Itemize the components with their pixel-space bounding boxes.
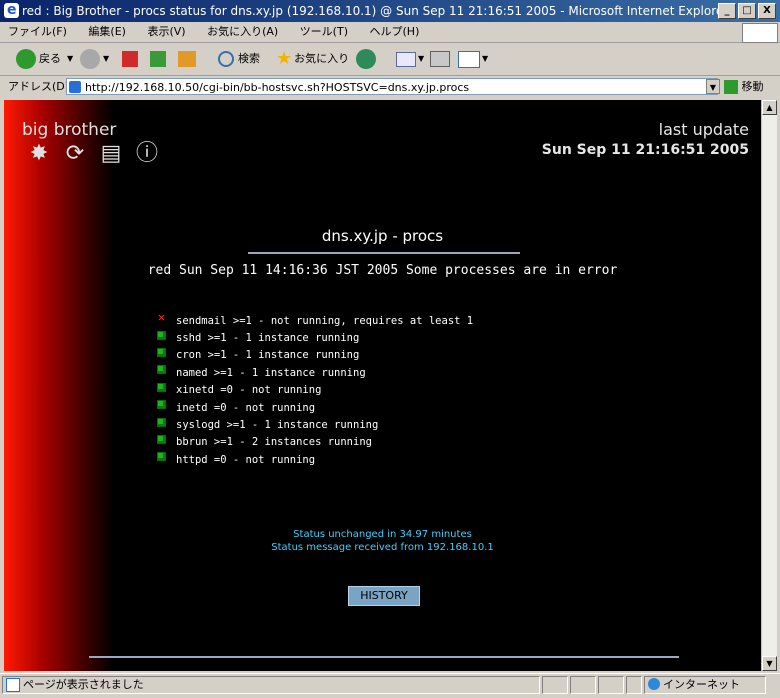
print-icon — [430, 51, 450, 67]
divider — [248, 252, 520, 254]
zone-cell: インターネット — [644, 676, 766, 694]
address-label: アドレス(D) — [8, 80, 70, 93]
status-unchanged-text: Status unchanged in 34.97 minutes — [293, 529, 472, 540]
scroll-down-icon[interactable]: ▼ — [762, 656, 777, 671]
stop-icon — [122, 51, 138, 67]
home-icon — [178, 51, 196, 67]
green-status-icon — [157, 347, 166, 357]
status-received-text: Status message received from 192.168.10.… — [271, 542, 494, 553]
green-status-icon — [157, 365, 166, 375]
list-item: syslogd >=1 - 1 instance running — [157, 416, 473, 433]
menu-help[interactable]: ヘルプ(H) — [370, 25, 420, 38]
minimize-button[interactable]: _ — [718, 3, 736, 19]
globe-icon — [648, 678, 660, 690]
brand-title: big brother — [22, 120, 117, 140]
mail-button[interactable]: ▼ — [396, 48, 424, 70]
refresh-icon[interactable]: ⟳ — [62, 142, 88, 166]
list-item: bbrun >=1 - 2 instances running — [157, 434, 473, 451]
menu-view[interactable]: 表示(V) — [147, 25, 185, 38]
page-viewport: big brother ✸ ⟳ ▤ ⓘ last update Sun Sep … — [4, 100, 761, 671]
list-item: named >=1 - 1 instance running — [157, 364, 473, 381]
green-status-icon — [157, 452, 166, 462]
favorites-button[interactable]: ★ お気に入り — [276, 48, 349, 70]
forward-button[interactable]: ▼ — [80, 48, 109, 70]
go-button[interactable]: 移動 — [724, 76, 764, 98]
status-line: red Sun Sep 11 14:16:36 JST 2005 Some pr… — [147, 263, 618, 278]
home-button[interactable] — [178, 48, 196, 70]
edit-button[interactable]: ▼ — [458, 48, 488, 70]
menu-tools[interactable]: ツール(T) — [300, 25, 348, 38]
window-title: red : Big Brother - procs status for dns… — [22, 4, 729, 18]
menu-file[interactable]: ファイル(F) — [8, 25, 67, 38]
search-button[interactable]: 検索 — [218, 48, 260, 70]
last-update-date: Sun Sep 11 21:16:51 2005 — [541, 142, 749, 158]
host-title: dns.xy.jp - procs — [321, 227, 444, 245]
status-bar: ページが表示されました インターネット — [0, 673, 780, 695]
ie-icon — [4, 0, 19, 21]
menu-edit[interactable]: 編集(E) — [88, 25, 126, 38]
red-status-gradient — [4, 100, 114, 671]
red-x-icon: ✕ — [157, 310, 166, 325]
info-icon[interactable]: ⓘ — [134, 142, 160, 166]
status-message-cell: ページが表示されました — [2, 676, 540, 694]
refresh-button[interactable] — [150, 48, 166, 70]
green-status-icon — [157, 382, 166, 392]
close-button[interactable]: X — [758, 3, 776, 19]
bb-logo-icon[interactable]: ✸ — [26, 142, 52, 166]
search-icon — [218, 51, 234, 67]
toolbar: 戻る ▼ ▼ 検索 ★ お気に入り ▼ ▼ — [0, 43, 780, 76]
maximize-button[interactable]: □ — [738, 3, 756, 19]
scroll-up-icon[interactable]: ▲ — [762, 100, 777, 115]
history-toolbar-button[interactable] — [356, 48, 379, 70]
process-list: ✕ sendmail >=1 - not running, requires at… — [157, 310, 474, 469]
menu-favorites[interactable]: お気に入り(A) — [207, 25, 278, 38]
green-status-icon — [157, 330, 166, 340]
forward-arrow-icon — [80, 49, 100, 69]
address-dropdown-button[interactable]: ▼ — [706, 79, 720, 94]
list-item: xinetd =0 - not running — [157, 382, 473, 399]
vertical-scrollbar[interactable]: ▲ ▼ — [761, 100, 777, 671]
menu-bar: ファイル(F) 編集(E) 表示(V) お気に入り(A) ツール(T) ヘルプ(… — [0, 22, 780, 43]
list-item: httpd =0 - not running — [157, 451, 473, 468]
history-icon — [356, 49, 376, 69]
back-button[interactable]: 戻る ▼ — [16, 48, 73, 70]
window-titlebar: red : Big Brother - procs status for dns… — [0, 0, 780, 22]
page-done-icon — [6, 678, 20, 692]
address-input[interactable]: http://192.168.10.50/cgi-bin/bb-hostsvc.… — [66, 78, 718, 95]
list-item: inetd =0 - not running — [157, 399, 473, 416]
green-status-icon — [157, 417, 166, 427]
last-update-label: last update — [658, 120, 749, 139]
go-arrow-icon — [724, 80, 738, 94]
list-item: sshd >=1 - 1 instance running — [157, 329, 473, 346]
star-icon: ★ — [276, 48, 293, 69]
print-button[interactable] — [430, 48, 450, 70]
back-arrow-icon — [16, 49, 36, 69]
divider — [89, 656, 679, 658]
address-bar: アドレス(D) http://192.168.10.50/cgi-bin/bb-… — [0, 76, 780, 98]
green-status-icon — [157, 434, 166, 444]
green-status-icon — [157, 400, 166, 410]
windows-logo-icon — [742, 23, 778, 43]
list-item: ✕ sendmail >=1 - not running, requires at… — [157, 310, 474, 327]
history-list-icon[interactable]: ▤ — [98, 142, 124, 166]
edit-icon — [458, 50, 480, 68]
mail-icon — [396, 51, 416, 67]
history-button[interactable]: HISTORY — [348, 586, 420, 606]
list-item: cron >=1 - 1 instance running — [157, 347, 473, 364]
page-icon — [69, 81, 81, 93]
stop-button[interactable] — [122, 48, 138, 70]
refresh-icon — [150, 51, 166, 67]
